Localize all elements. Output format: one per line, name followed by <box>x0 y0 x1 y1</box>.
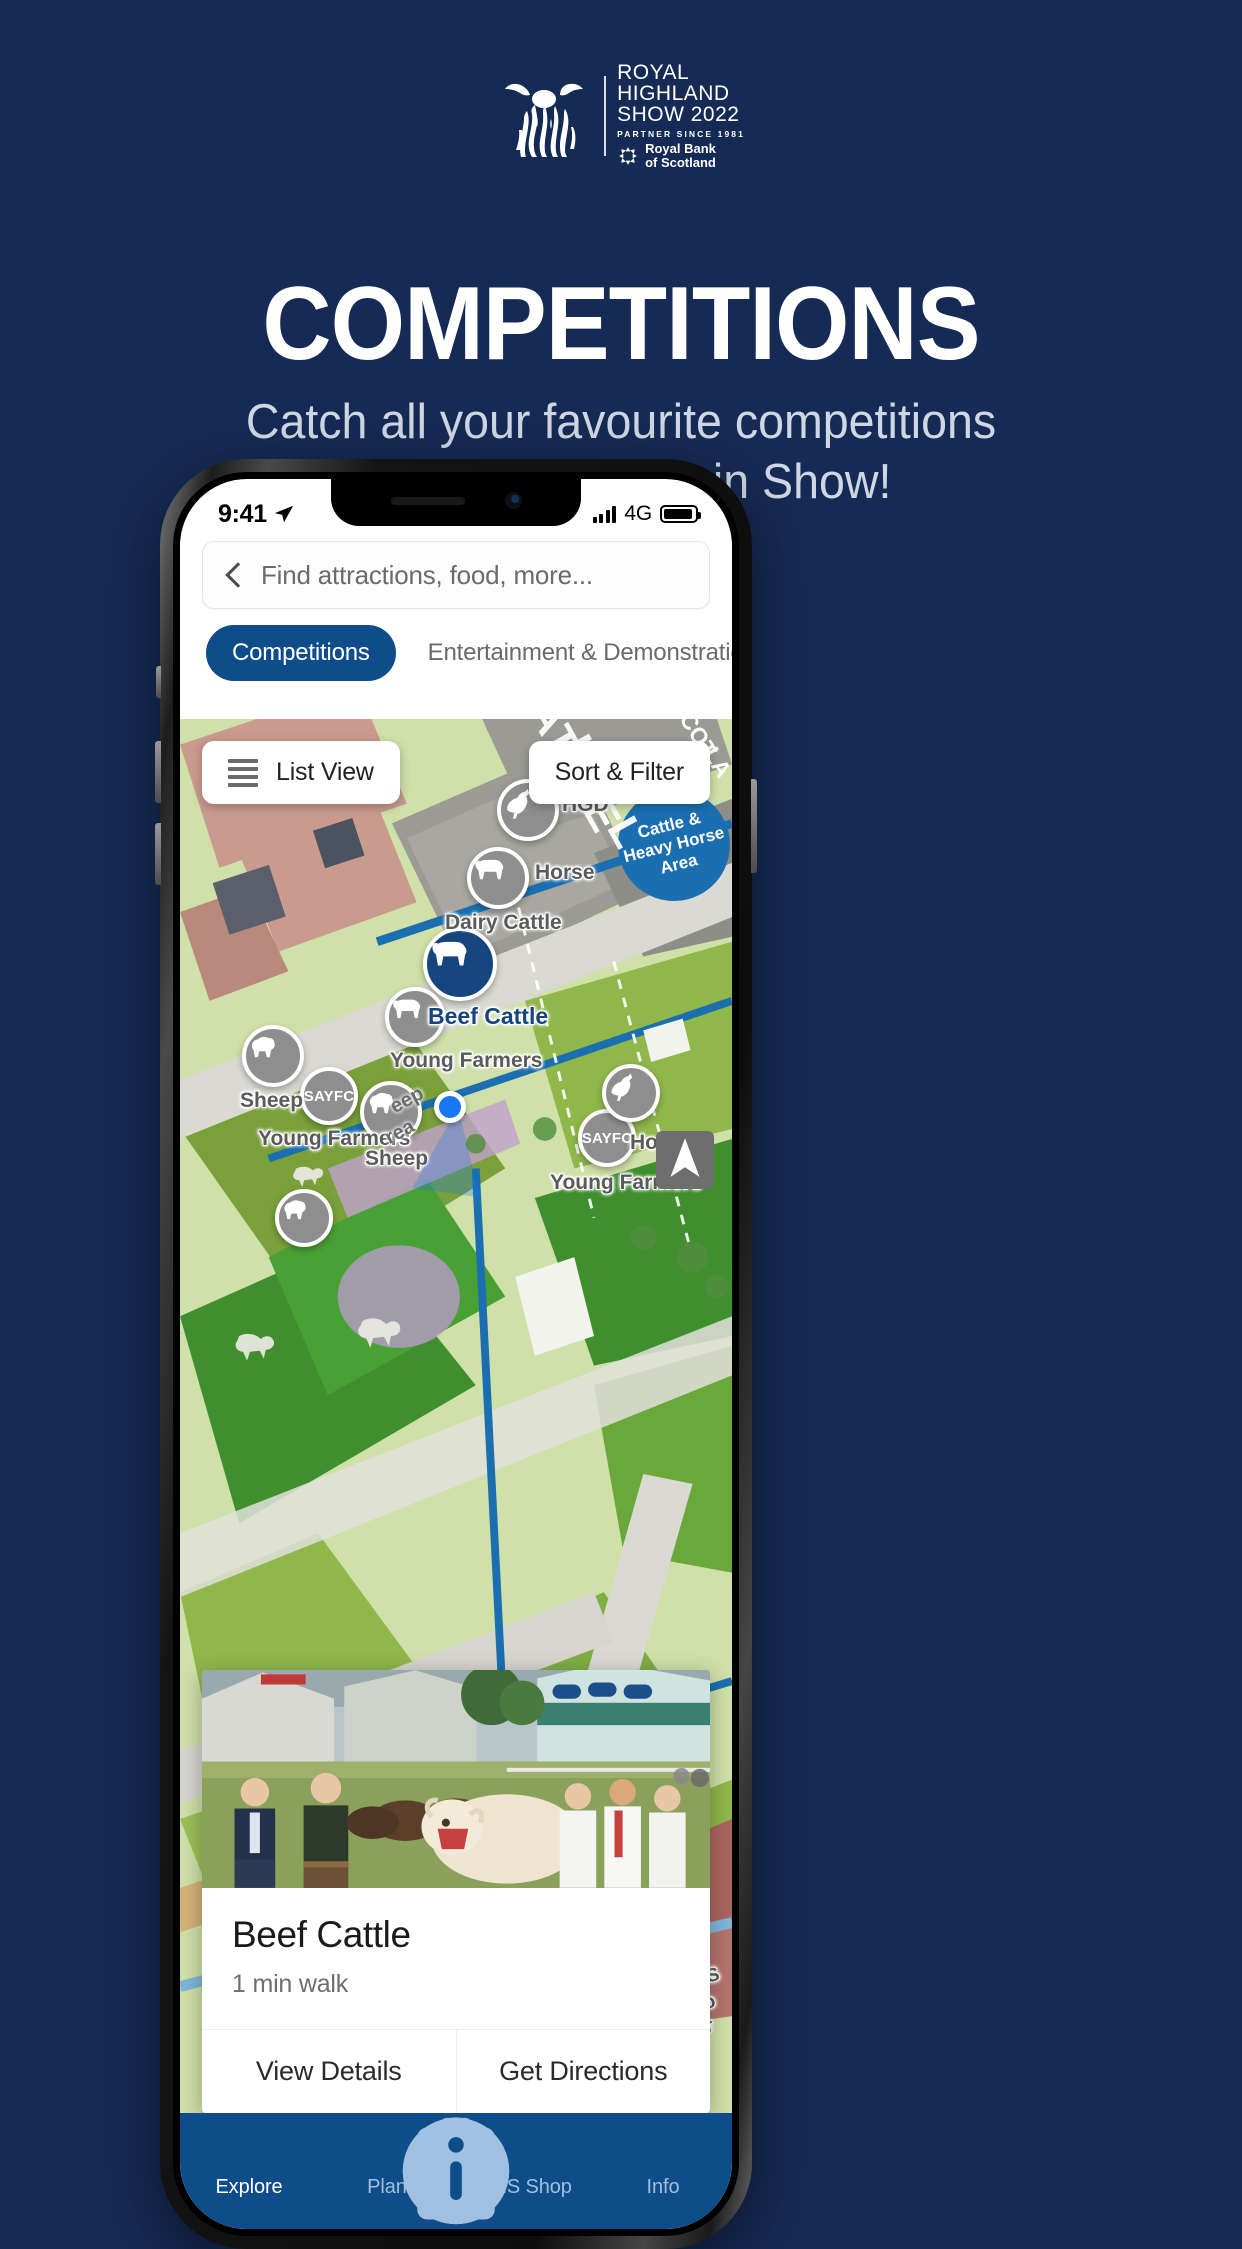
sort-filter-label: Sort & Filter <box>554 758 685 786</box>
status-time: 9:41 <box>218 499 267 528</box>
sort-filter-button[interactable]: Sort & Filter <box>528 741 710 804</box>
list-lines-icon <box>228 758 258 787</box>
tab-competitions[interactable]: Competitions <box>206 625 396 681</box>
bottom-navigation: Explore Plan RHS Shop Info <box>180 2113 732 2229</box>
view-details-button[interactable]: View Details <box>202 2030 457 2113</box>
map-label-horse: Horse <box>535 861 595 884</box>
page-title: COMPETITIONS <box>262 266 980 382</box>
map-pin-horse-2[interactable] <box>602 1064 660 1122</box>
map-label-sheep-1: Sheep <box>240 1089 304 1112</box>
nav-item-info[interactable]: Info <box>402 2117 732 2229</box>
battery-full-icon <box>660 505 701 523</box>
app-header: Find attractions, food, more... Competit… <box>180 541 732 693</box>
map-pin-sheep-1[interactable] <box>242 1025 304 1087</box>
cow-icon <box>393 999 421 1019</box>
category-tabs: Competitions Entertainment & Demonstrati… <box>202 625 732 681</box>
logo-line-1: ROYAL <box>617 61 690 84</box>
list-view-label: List View <box>276 758 374 786</box>
signal-bars-icon <box>592 505 617 523</box>
sayfc-badge: SAYFC <box>581 1129 633 1147</box>
compass-button[interactable] <box>656 1131 714 1189</box>
phone-notch <box>331 479 581 526</box>
subtitle-line-1: Catch all your favourite competitions <box>245 395 997 449</box>
front-camera <box>504 492 522 509</box>
search-input[interactable]: Find attractions, food, more... <box>202 541 710 609</box>
search-placeholder: Find attractions, food, more... <box>261 559 593 590</box>
poi-walk-time: 1 min walk <box>232 1970 349 1998</box>
sayfc-badge: SAYFC <box>303 1087 355 1105</box>
bank-name-line-2: of Scotland <box>645 154 716 170</box>
poi-detail-card: Beef Cattle 1 min walk View Details Get … <box>202 1670 710 2113</box>
sheep-icon <box>284 1200 306 1220</box>
map-pin-sheep-3[interactable] <box>275 1189 333 1247</box>
poi-title: Beef Cattle <box>232 1914 411 1955</box>
poi-photo <box>202 1670 710 1888</box>
get-directions-button[interactable]: Get Directions <box>457 2030 711 2113</box>
cattle-parade-photo <box>202 1670 710 1888</box>
rbs-daisy-icon <box>619 146 637 165</box>
map-pin-sayfc-1[interactable]: SAYFC <box>300 1067 358 1125</box>
poi-actions: View Details Get Directions <box>202 2029 710 2113</box>
logo-partner-line: PARTNER SINCE 1981 <box>617 129 745 139</box>
logo-divider <box>604 75 607 156</box>
map-pin-dairy-cattle[interactable] <box>467 847 529 909</box>
brand-logo: ROYAL HIGHLAND SHOW 2022 PARTNER SINCE 1… <box>0 62 1242 169</box>
volume-down-button[interactable] <box>155 823 161 885</box>
user-location-dot <box>434 1091 466 1123</box>
silent-switch[interactable] <box>156 666 161 698</box>
sheep-icon <box>251 1036 275 1058</box>
list-view-button[interactable]: List View <box>202 741 400 804</box>
phone-mockup: 9:41 4G Find attractions, food, more... <box>155 459 757 2249</box>
horse-icon <box>611 1073 633 1101</box>
highland-cow-icon <box>505 83 584 157</box>
info-circle-icon <box>402 2117 683 2225</box>
cow-icon <box>432 941 467 966</box>
tab-entertainment[interactable]: Entertainment & Demonstrations <box>402 625 732 681</box>
map-controls: List View Sort & Filter <box>180 741 732 804</box>
chevron-left-icon[interactable] <box>225 562 251 588</box>
map-label-dairy-cattle: Dairy Cattle <box>445 911 562 934</box>
map-canvas[interactable]: List View Sort & Filter CATTLE HALL SCOT… <box>180 719 732 2229</box>
phone-screen: 9:41 4G Find attractions, food, more... <box>180 479 732 2229</box>
map-pin-beef-cattle-selected[interactable] <box>423 927 497 1001</box>
cow-icon <box>475 859 504 880</box>
bank-name-line-1: Royal Bank <box>645 141 716 156</box>
compass-arrow-icon <box>670 1138 700 1177</box>
location-arrow-icon <box>274 505 294 523</box>
map-label-young-farmers-1: Young Farmers <box>390 1049 543 1072</box>
power-button[interactable] <box>751 779 757 873</box>
logo-line-3: SHOW 2022 <box>617 103 740 126</box>
earpiece-speaker <box>390 496 465 505</box>
network-label: 4G <box>624 502 652 525</box>
poi-info: Beef Cattle 1 min walk <box>202 1888 710 2029</box>
logo-line-2: HIGHLAND <box>617 82 730 105</box>
volume-up-button[interactable] <box>155 741 161 803</box>
map-label-beef-cattle: Beef Cattle <box>428 1003 549 1029</box>
